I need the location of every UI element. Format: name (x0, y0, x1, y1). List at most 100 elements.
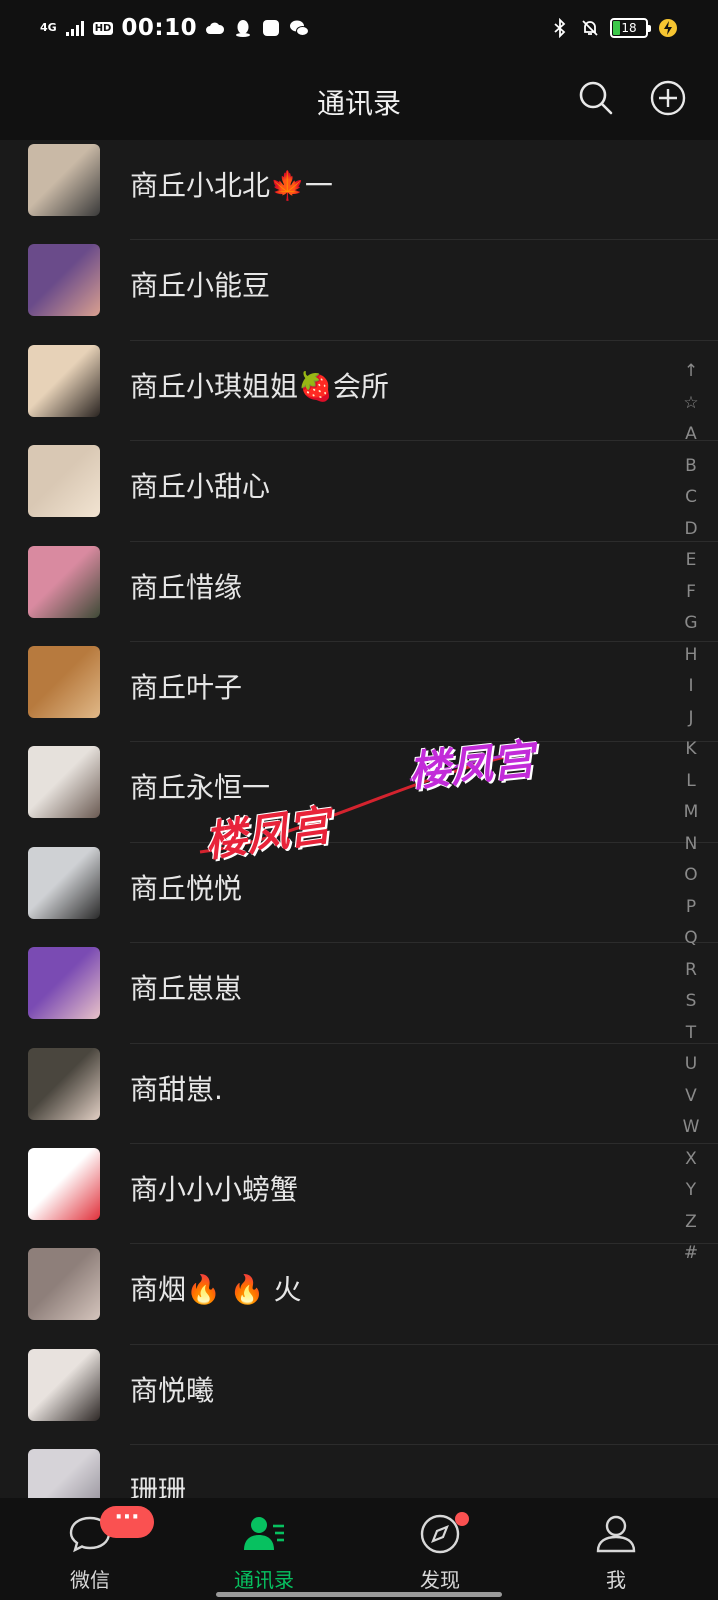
contact-avatar[interactable] (28, 545, 100, 618)
contact-avatar[interactable] (28, 1348, 100, 1421)
index-letter[interactable]: E (678, 545, 704, 577)
contact-row[interactable]: 商丘小琪姐姐🍓会所 (0, 341, 718, 442)
index-letter[interactable]: A (678, 419, 704, 451)
index-letter[interactable]: W (678, 1112, 704, 1144)
contact-row[interactable]: 商小小小螃蟹 (0, 1144, 718, 1245)
contact-avatar[interactable] (28, 746, 100, 819)
contact-avatar[interactable] (28, 1147, 100, 1220)
contact-name: 商悦曦 (130, 1373, 215, 1407)
contact-name: 商丘永恒一 (130, 771, 271, 805)
contact-row[interactable]: 商悦曦 (0, 1345, 718, 1446)
tab-me[interactable]: 我 (526, 1498, 706, 1600)
search-icon[interactable] (576, 78, 616, 118)
contact-row[interactable]: 商甜崽. (0, 1044, 718, 1144)
battery-level: 18 (621, 21, 637, 35)
contact-avatar[interactable] (28, 445, 100, 518)
contact-name: 商丘惜缘 (130, 570, 243, 604)
tab-contacts-label: 通讯录 (234, 1568, 294, 1592)
index-letter[interactable]: F (678, 577, 704, 609)
contact-name: 商丘崽崽 (130, 972, 243, 1006)
contact-row[interactable]: 商丘叶子 (0, 642, 718, 743)
contact-row[interactable]: 商丘悦悦 (0, 843, 718, 944)
index-letter[interactable]: Q (678, 923, 704, 955)
contact-name: 珊珊 (130, 1474, 187, 1498)
contact-row[interactable]: 商丘小甜心 (0, 441, 718, 542)
status-left: 4G HD 00:10 (40, 12, 310, 44)
index-letter[interactable]: D (678, 514, 704, 546)
index-letter[interactable]: L (678, 766, 704, 798)
contact-avatar[interactable] (28, 645, 100, 718)
index-letter[interactable]: Y (678, 1175, 704, 1207)
tab-discover[interactable]: 发现 (350, 1498, 530, 1600)
top-nav-bar: 通讯录 (0, 56, 718, 140)
index-letter[interactable]: ☆ (678, 388, 704, 420)
index-letter[interactable]: H (678, 640, 704, 672)
index-letter[interactable]: O (678, 860, 704, 892)
wechat-icon (290, 20, 310, 36)
index-letter[interactable]: T (678, 1018, 704, 1050)
contacts-icon (244, 1517, 284, 1550)
tab-chats-label: 微信 (70, 1568, 110, 1592)
charging-icon (659, 19, 677, 37)
contact-row[interactable]: 商丘永恒一 (0, 742, 718, 843)
contact-avatar[interactable] (28, 1449, 100, 1498)
index-letter[interactable]: Z (678, 1207, 704, 1239)
contact-row[interactable]: 商丘小北北🍁一 (0, 140, 718, 241)
alphabet-index[interactable]: ↑ ☆ A B C D E F G H I J K L M N O P Q R S T U V W X Y Z # (678, 356, 704, 1270)
status-bar: 4G HD 00:10 18 (0, 0, 718, 56)
index-letter[interactable]: B (678, 451, 704, 483)
contact-name: 商丘小北北🍁一 (130, 169, 333, 202)
index-letter[interactable]: J (678, 703, 704, 735)
contact-list[interactable]: 商丘小北北🍁一 商丘小能豆商丘小琪姐姐🍓会所 商丘小甜心商丘惜缘商丘叶子商丘永恒一商… (0, 140, 718, 1498)
index-letter[interactable]: ↑ (678, 356, 704, 388)
index-letter[interactable]: M (678, 797, 704, 829)
tab-contacts[interactable]: 通讯录 (174, 1498, 354, 1600)
contact-row[interactable]: 商烟🔥 🔥 火 (0, 1244, 718, 1345)
tab-discover-label: 发现 (420, 1568, 460, 1592)
contact-name: 商小小小螃蟹 (130, 1172, 299, 1206)
contact-avatar[interactable] (28, 1248, 100, 1321)
status-right: 18 (550, 12, 678, 44)
hd-badge: HD (92, 21, 114, 35)
contact-avatar[interactable] (28, 1047, 100, 1120)
battery-fill (613, 21, 620, 35)
index-letter[interactable]: G (678, 608, 704, 640)
bell-off-icon (582, 20, 598, 36)
contact-name: 商甜崽. (130, 1072, 223, 1106)
contact-name: 商丘小能豆 (130, 269, 271, 303)
contact-avatar[interactable] (28, 144, 100, 216)
index-letter[interactable]: U (678, 1049, 704, 1081)
index-letter[interactable]: R (678, 955, 704, 987)
add-icon[interactable] (648, 78, 688, 118)
contact-avatar[interactable] (28, 244, 100, 317)
contact-avatar[interactable] (28, 846, 100, 919)
tab-chats[interactable]: ··· 微信 (0, 1498, 180, 1600)
contact-name: 商丘叶子 (130, 670, 243, 704)
contact-name: 商丘小甜心 (130, 470, 271, 504)
index-letter[interactable]: I (678, 671, 704, 703)
contact-name: 商丘小琪姐姐🍓会所 (130, 369, 389, 403)
unread-badge: ··· (100, 1506, 154, 1538)
person-icon (596, 1515, 636, 1553)
contact-row[interactable]: 商丘惜缘 (0, 542, 718, 642)
status-time: 00:10 (121, 15, 198, 41)
index-letter[interactable]: P (678, 892, 704, 924)
index-letter[interactable]: C (678, 482, 704, 514)
new-indicator-dot (455, 1512, 469, 1526)
contact-avatar[interactable] (28, 947, 100, 1020)
home-indicator[interactable] (216, 1592, 502, 1597)
index-letter[interactable]: K (678, 734, 704, 766)
index-letter[interactable]: V (678, 1081, 704, 1113)
signal-icon (65, 21, 84, 36)
index-letter[interactable]: N (678, 829, 704, 861)
contact-row[interactable]: 商丘崽崽 (0, 943, 718, 1044)
index-letter[interactable]: # (678, 1238, 704, 1270)
index-letter[interactable]: X (678, 1144, 704, 1176)
contact-row[interactable]: 商丘小能豆 (0, 240, 718, 341)
contact-name: 商丘悦悦 (130, 871, 243, 905)
contact-avatar[interactable] (28, 344, 100, 417)
index-letter[interactable]: S (678, 986, 704, 1018)
contact-row[interactable]: 珊珊 (0, 1445, 718, 1498)
battery-indicator: 18 (610, 18, 651, 38)
cloud-icon (206, 22, 225, 34)
